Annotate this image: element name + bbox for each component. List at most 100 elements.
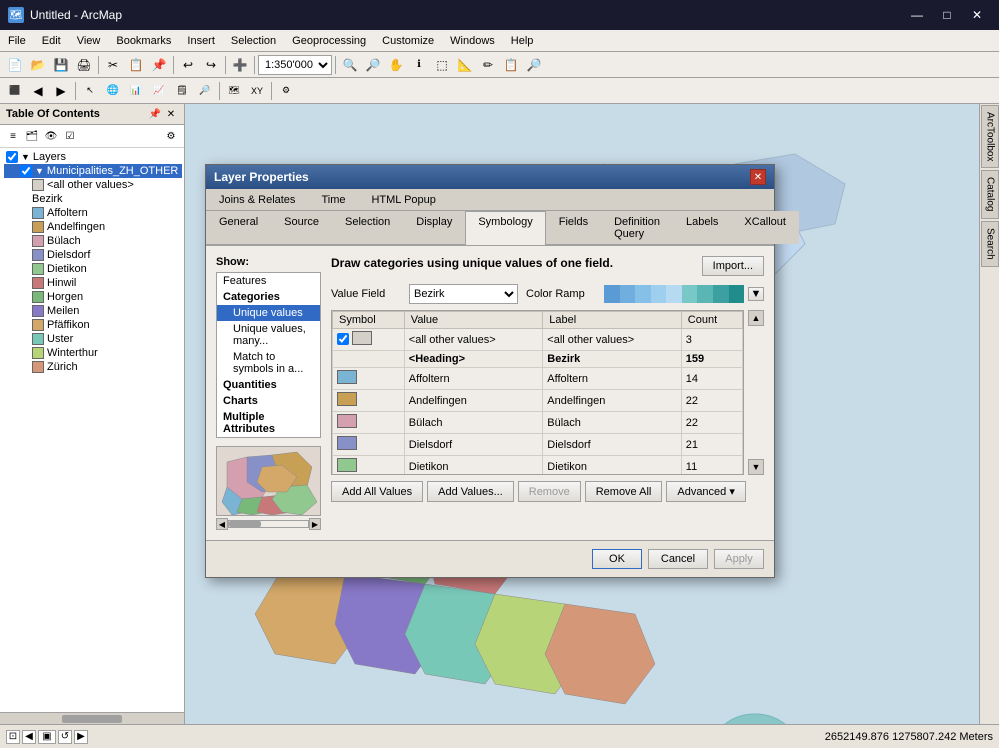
catalog-tab[interactable]: Catalog [981, 170, 999, 218]
back-extent-button[interactable]: ◀ [27, 80, 49, 102]
menu-geoprocessing[interactable]: Geoprocessing [284, 30, 374, 51]
tab-time[interactable]: Time [308, 189, 358, 210]
menu-edit[interactable]: Edit [34, 30, 69, 51]
scale-dropdown[interactable]: 1:350'000 [258, 55, 332, 75]
search-btn[interactable]: 🔎 [523, 54, 545, 76]
layer-meilen[interactable]: Meilen [4, 304, 182, 318]
toc-select-view-button[interactable]: ☑ [61, 127, 79, 145]
maximize-button[interactable]: □ [933, 5, 961, 25]
select-elements-button[interactable]: ↖ [79, 80, 101, 102]
show-scrollbar[interactable]: ◀ ▶ [216, 518, 321, 530]
show-item-match-symbols[interactable]: Match to symbols in a... [217, 349, 320, 377]
overview-button[interactable]: 🗺 [223, 80, 245, 102]
tab-selection[interactable]: Selection [332, 211, 403, 244]
layer-zurich[interactable]: Zürich [4, 360, 182, 374]
color-ramp-dropdown-btn[interactable]: ▼ [748, 287, 764, 301]
other-values-item[interactable]: <all other values> [4, 178, 182, 192]
show-item-quantities[interactable]: Quantities [217, 377, 320, 393]
sym-color[interactable] [337, 458, 357, 472]
toc-close-button[interactable]: ✕ [164, 107, 178, 121]
layer-affoltern[interactable]: Affoltern [4, 206, 182, 220]
tab-display[interactable]: Display [403, 211, 465, 244]
show-item-charts[interactable]: Charts [217, 393, 320, 409]
add-all-values-button[interactable]: Add All Values [331, 481, 423, 502]
tab-labels[interactable]: Labels [673, 211, 731, 244]
toc-horizontal-scrollbar[interactable] [0, 712, 184, 724]
globe-button[interactable]: 🌐 [102, 80, 124, 102]
menu-windows[interactable]: Windows [442, 30, 503, 51]
color-ramp[interactable] [604, 285, 744, 303]
forward-extent-button[interactable]: ▶ [50, 80, 72, 102]
table-row[interactable]: Dietikon Dietikon 11 [333, 456, 743, 476]
scroll-track[interactable] [228, 520, 309, 528]
minimize-button[interactable]: — [903, 5, 931, 25]
nav-next-btn[interactable]: ▶ [74, 730, 88, 744]
layer-uster[interactable]: Uster [4, 332, 182, 346]
toc-list-view-button[interactable]: ≡ [4, 127, 22, 145]
tab-definition-query[interactable]: Definition Query [601, 211, 673, 244]
scroll-down-arrow[interactable]: ▼ [748, 459, 764, 475]
sym-color[interactable] [337, 414, 357, 428]
toc-source-view-button[interactable]: 🗂 [23, 127, 41, 145]
sym-color[interactable] [337, 392, 357, 406]
remove-button[interactable]: Remove [518, 481, 581, 502]
menu-customize[interactable]: Customize [374, 30, 442, 51]
zoom-out-button[interactable]: 🔎 [362, 54, 384, 76]
undo-button[interactable]: ↩ [177, 54, 199, 76]
show-item-unique-values-many[interactable]: Unique values, many... [217, 321, 320, 349]
open-button[interactable]: 📂 [27, 54, 49, 76]
bezirk-heading[interactable]: Bezirk [4, 192, 182, 206]
layer-horgen[interactable]: Horgen [4, 290, 182, 304]
identify-button[interactable]: ℹ [408, 54, 430, 76]
menu-view[interactable]: View [69, 30, 109, 51]
add-values-button[interactable]: Add Values... [427, 481, 514, 502]
toc-options-button[interactable]: ⚙ [162, 127, 180, 145]
sym-color[interactable] [337, 370, 357, 384]
layer-pfaffikon[interactable]: Pfäffikon [4, 318, 182, 332]
show-item-categories[interactable]: Categories [217, 289, 320, 305]
tab-fields[interactable]: Fields [546, 211, 601, 244]
pan-button[interactable]: ✋ [385, 54, 407, 76]
layout-button[interactable]: 🗒 [171, 80, 193, 102]
new-button[interactable]: 📄 [4, 54, 26, 76]
layer-dietikon[interactable]: Dietikon [4, 262, 182, 276]
layer-municipalities[interactable]: ▼ Municipalities_ZH_OTHER [4, 164, 182, 178]
tab-symbology[interactable]: Symbology [465, 211, 545, 245]
table-row[interactable]: <all other values> <all other values> 3 [333, 329, 743, 351]
nav-refresh-btn[interactable]: ↺ [58, 730, 72, 744]
show-item-features[interactable]: Features [217, 273, 320, 289]
scroll-up-arrow[interactable]: ▲ [748, 310, 764, 326]
value-field-select[interactable]: Bezirk [409, 284, 518, 304]
paste-button[interactable]: 📌 [148, 54, 170, 76]
tab-source[interactable]: Source [271, 211, 332, 244]
import-button[interactable]: Import... [702, 256, 764, 276]
toc-pin-button[interactable]: 📌 [148, 107, 162, 121]
layer-dielsdorf[interactable]: Dielsdorf [4, 248, 182, 262]
add-data-button[interactable]: ➕ [229, 54, 251, 76]
layers-expand-arrow[interactable]: ▼ [21, 152, 30, 162]
search-tab[interactable]: Search [981, 221, 999, 267]
table-row[interactable]: Bülach Bülach 22 [333, 412, 743, 434]
save-button[interactable]: 💾 [50, 54, 72, 76]
zoom-in-button[interactable]: 🔍 [339, 54, 361, 76]
table-row[interactable]: Andelfingen Andelfingen 22 [333, 390, 743, 412]
measure-button[interactable]: 📐 [454, 54, 476, 76]
layer-andelfingen[interactable]: Andelfingen [4, 220, 182, 234]
remove-all-button[interactable]: Remove All [585, 481, 663, 502]
apply-button[interactable]: Apply [714, 549, 764, 569]
graph-button[interactable]: 📈 [148, 80, 170, 102]
table-row[interactable]: Dielsdorf Dielsdorf 21 [333, 434, 743, 456]
symbol-scroll-container[interactable]: Symbol Value Label Count [331, 310, 744, 475]
layer-bulach[interactable]: Bülach [4, 234, 182, 248]
tab-xcallout[interactable]: XCallout [731, 211, 799, 244]
sym-color[interactable] [352, 331, 372, 345]
menu-help[interactable]: Help [503, 30, 542, 51]
layers-checkbox[interactable] [6, 151, 18, 163]
dialog-close-button[interactable]: ✕ [750, 169, 766, 185]
layer-winterthur[interactable]: Winterthur [4, 346, 182, 360]
editor-button[interactable]: ✏ [477, 54, 499, 76]
scroll-right-btn[interactable]: ▶ [309, 518, 321, 530]
toc-group-header[interactable]: ▼ Layers [4, 150, 182, 164]
map-area[interactable]: Layer Properties ✕ Joins & Relates Time … [185, 104, 979, 724]
cancel-button[interactable]: Cancel [648, 549, 708, 569]
